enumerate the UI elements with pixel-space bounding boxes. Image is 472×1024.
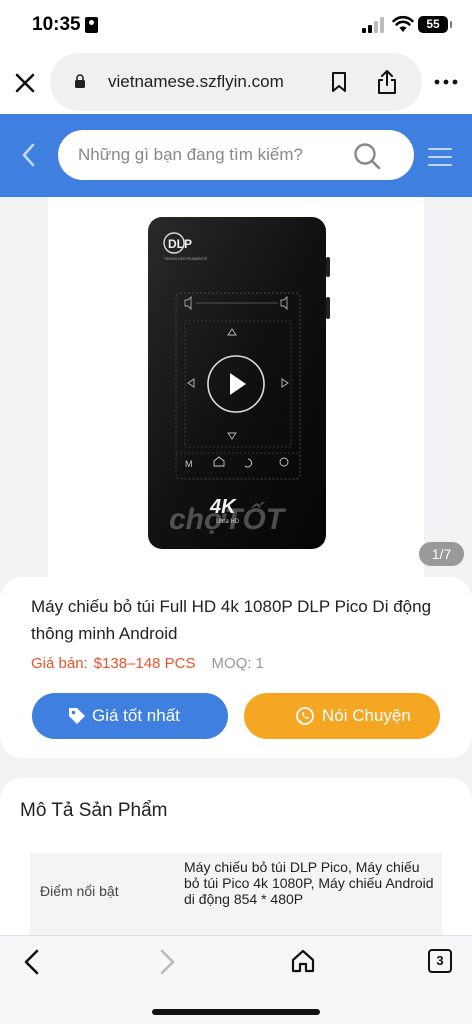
address-bar[interactable]: vietnamese.szflyin.com — [50, 53, 422, 111]
signal-icon — [362, 17, 386, 33]
battery-indicator: 55 — [418, 16, 452, 33]
person-icon — [85, 17, 98, 33]
chat-label: Nói Chuyện — [322, 706, 411, 725]
device-sub-logo: TEXAS INSTRUMENTS — [164, 256, 207, 261]
price-value: $138–148 PCS — [93, 655, 196, 672]
search-input[interactable]: Những gì bạn đang tìm kiếm? — [58, 130, 414, 180]
share-icon[interactable] — [376, 69, 398, 95]
whatsapp-icon — [296, 707, 314, 725]
search-placeholder: Những gì bạn đang tìm kiếm? — [78, 145, 303, 164]
moq-label: MOQ: — [211, 655, 252, 672]
best-price-label: Giá tốt nhất — [92, 706, 180, 725]
bookmark-icon[interactable] — [330, 71, 348, 93]
product-title: Máy chiếu bỏ túi Full HD 4k 1080P DLP Pi… — [31, 597, 432, 643]
hamburger-menu-icon[interactable] — [428, 148, 452, 166]
image-counter-badge: 1/7 — [419, 542, 464, 566]
product-info-card: Máy chiếu bỏ túi Full HD 4k 1080P DLP Pi… — [0, 577, 472, 758]
product-image[interactable]: DLP TEXAS INSTRUMENTS M 4K Ultra HD chợT… — [48, 197, 424, 577]
lock-icon — [75, 74, 85, 88]
spec-value: Máy chiếu bỏ túi DLP Pico, Máy chiếu bỏ … — [184, 859, 434, 907]
url-text: vietnamese.szflyin.com — [108, 72, 284, 91]
forward-icon[interactable] — [157, 949, 177, 975]
spec-table-row: Điểm nổi bật Máy chiếu bỏ túi DLP Pico, … — [30, 853, 442, 938]
moq-value: 1 — [255, 655, 264, 672]
device-brand-logo: DLP — [168, 237, 192, 251]
price-row: Giá bán: $138–148 PCS MOQ: 1 — [31, 655, 264, 672]
back-icon[interactable] — [22, 949, 42, 975]
back-chevron-icon[interactable] — [18, 142, 40, 168]
home-indicator — [152, 1009, 320, 1015]
tabs-icon[interactable]: 3 — [428, 949, 452, 973]
site-header: Những gì bạn đang tìm kiếm? — [0, 114, 472, 197]
projector-illustration: DLP TEXAS INSTRUMENTS M 4K Ultra HD chợT… — [148, 217, 330, 549]
browser-bottom-toolbar: 3 — [0, 935, 472, 1024]
price-tag-icon — [69, 708, 85, 724]
chat-button[interactable]: Nói Chuyện — [244, 693, 440, 739]
description-card: Mô Tả Sản Phẩm Điểm nổi bật Máy chiếu bỏ… — [0, 778, 472, 938]
price-label: Giá bán: — [31, 655, 88, 672]
home-icon[interactable] — [290, 948, 316, 974]
control-label-m: M — [185, 459, 193, 469]
status-time: 10:35 — [32, 14, 81, 35]
product-gallery[interactable]: DLP TEXAS INSTRUMENTS M 4K Ultra HD chợT… — [0, 197, 472, 577]
spec-key: Điểm nổi bật — [40, 883, 119, 899]
watermark-text: chợTỐT — [169, 502, 287, 536]
best-price-button[interactable]: Giá tốt nhất — [32, 693, 228, 739]
status-bar: 10:35 55 — [0, 0, 472, 52]
search-icon[interactable] — [352, 141, 382, 171]
description-title: Mô Tả Sản Phẩm — [20, 800, 168, 821]
close-icon[interactable] — [12, 70, 38, 96]
more-icon[interactable] — [434, 79, 458, 85]
wifi-icon — [392, 15, 414, 32]
browser-top-bar: vietnamese.szflyin.com — [0, 52, 472, 114]
